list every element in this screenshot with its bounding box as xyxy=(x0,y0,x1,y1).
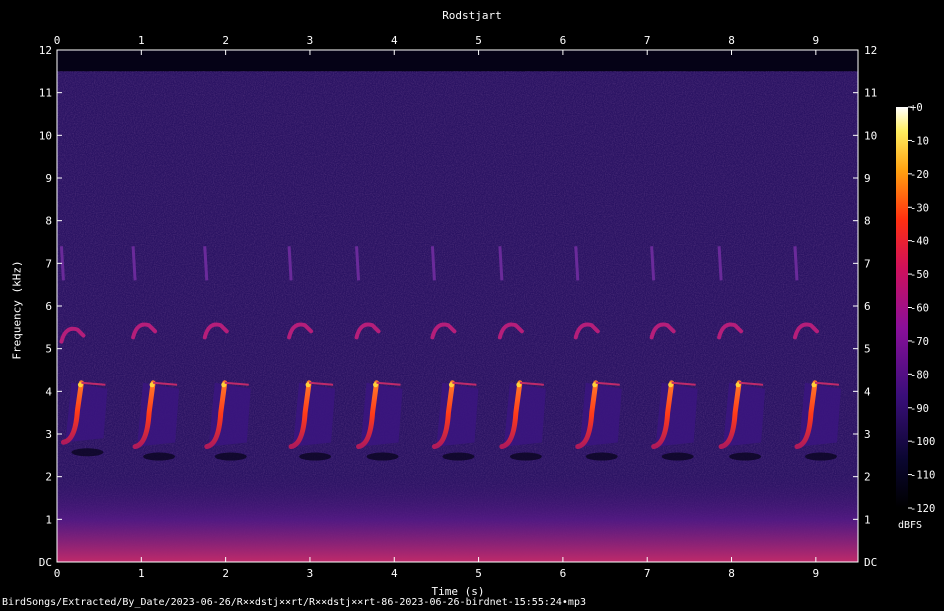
y-tick-label: DC xyxy=(39,556,52,569)
x-tick-label: 7 xyxy=(644,567,651,580)
y-tick-label: 8 xyxy=(45,215,52,228)
y-tick-label-right: 10 xyxy=(864,129,877,142)
spectrogram-chart: Rodstjart Frequency (kHz) Time (s) dBFS … xyxy=(0,0,944,611)
y-tick-label-right: 8 xyxy=(864,215,871,228)
y-tick-label: 6 xyxy=(45,300,52,313)
x-tick-label-top: 2 xyxy=(222,34,229,47)
colorbar-tick-label: -70 xyxy=(910,336,929,348)
colorbar-tick-label: -120 xyxy=(910,503,935,515)
y-tick-label-right: 12 xyxy=(864,44,877,57)
call-overtone xyxy=(355,246,361,281)
x-tick-label: 4 xyxy=(391,567,398,580)
y-tick-label-right: 5 xyxy=(864,343,871,356)
y-tick-label: 12 xyxy=(39,44,52,57)
colorbar-tick-label: -80 xyxy=(910,369,929,381)
call-shadow xyxy=(143,452,176,461)
colorbar-tick-label: -20 xyxy=(910,169,929,181)
call-overtone xyxy=(430,246,436,281)
x-tick-label-top: 3 xyxy=(307,34,314,47)
colorbar xyxy=(896,107,908,508)
y-tick-label: 4 xyxy=(45,385,52,398)
call-shadow xyxy=(585,452,618,461)
x-tick-label-top: 5 xyxy=(475,34,482,47)
x-tick-label: 2 xyxy=(222,567,229,580)
call-overtone xyxy=(650,246,656,281)
x-tick-label: 8 xyxy=(728,567,735,580)
call-overtone xyxy=(498,246,504,281)
call-shadow xyxy=(214,452,247,461)
y-tick-label: 1 xyxy=(45,513,52,526)
y-tick-label-right: 4 xyxy=(864,385,871,398)
y-tick-label-right: 1 xyxy=(864,513,871,526)
x-tick-label: 5 xyxy=(475,567,482,580)
y-tick-label-right: 3 xyxy=(864,428,871,441)
x-tick-label: 3 xyxy=(307,567,314,580)
call-shadow xyxy=(804,452,837,461)
x-tick-label-top: 8 xyxy=(728,34,735,47)
y-tick-label: 10 xyxy=(39,129,52,142)
colorbar-tick-label: -100 xyxy=(910,436,935,448)
call-overtone xyxy=(717,246,723,281)
y-tick-label: 5 xyxy=(45,343,52,356)
y-tick-label-right: 6 xyxy=(864,300,871,313)
colorbar-tick-label: -90 xyxy=(910,403,929,415)
colorbar-tick-label: -10 xyxy=(910,135,929,147)
call-shadow xyxy=(661,452,694,461)
y-tick-label-right: 2 xyxy=(864,471,871,484)
colorbar-tick-label: -30 xyxy=(910,202,929,214)
y-tick-label: 3 xyxy=(45,428,52,441)
call-shadow xyxy=(366,452,399,461)
call-shadow xyxy=(299,452,332,461)
low-frequency-band xyxy=(57,468,858,562)
y-tick-label-right: 11 xyxy=(864,87,877,100)
call-overtone xyxy=(793,246,799,281)
x-tick-label: 0 xyxy=(54,567,61,580)
colorbar-tick-label: -60 xyxy=(910,303,929,315)
y-tick-label-right: DC xyxy=(864,556,877,569)
x-tick-label-top: 7 xyxy=(644,34,651,47)
x-tick-label-top: 6 xyxy=(560,34,567,47)
call-shadow xyxy=(71,448,104,457)
y-tick-label: 9 xyxy=(45,172,52,185)
colorbar-tick-label: -110 xyxy=(910,470,935,482)
call-overtone xyxy=(131,246,137,281)
y-tick-label-right: 7 xyxy=(864,257,871,270)
call-overtone xyxy=(574,246,580,281)
call-shadow xyxy=(442,452,475,461)
x-tick-label-top: 1 xyxy=(138,34,145,47)
colorbar-tick-label: -50 xyxy=(910,269,929,281)
x-tick-label-top: 0 xyxy=(54,34,61,47)
x-tick-label: 9 xyxy=(813,567,820,580)
y-tick-label: 7 xyxy=(45,257,52,270)
x-tick-label: 6 xyxy=(560,567,567,580)
spectrogram-svg: 00112233445566778899DC DC1 12 23 34 45 56 67 78 8… xyxy=(39,34,936,580)
colorbar-tick-label: +0 xyxy=(910,102,923,114)
y-tick-label-right: 9 xyxy=(864,172,871,185)
call-shadow xyxy=(509,452,542,461)
x-tick-label-top: 9 xyxy=(813,34,820,47)
colorbar-tick-label: -40 xyxy=(910,236,929,248)
y-tick-label: 2 xyxy=(45,471,52,484)
call-shadow xyxy=(729,452,762,461)
y-tick-label: 11 xyxy=(39,87,52,100)
x-tick-label: 1 xyxy=(138,567,145,580)
call-overtone xyxy=(287,246,293,281)
x-tick-label-top: 4 xyxy=(391,34,398,47)
call-overtone xyxy=(203,246,209,281)
